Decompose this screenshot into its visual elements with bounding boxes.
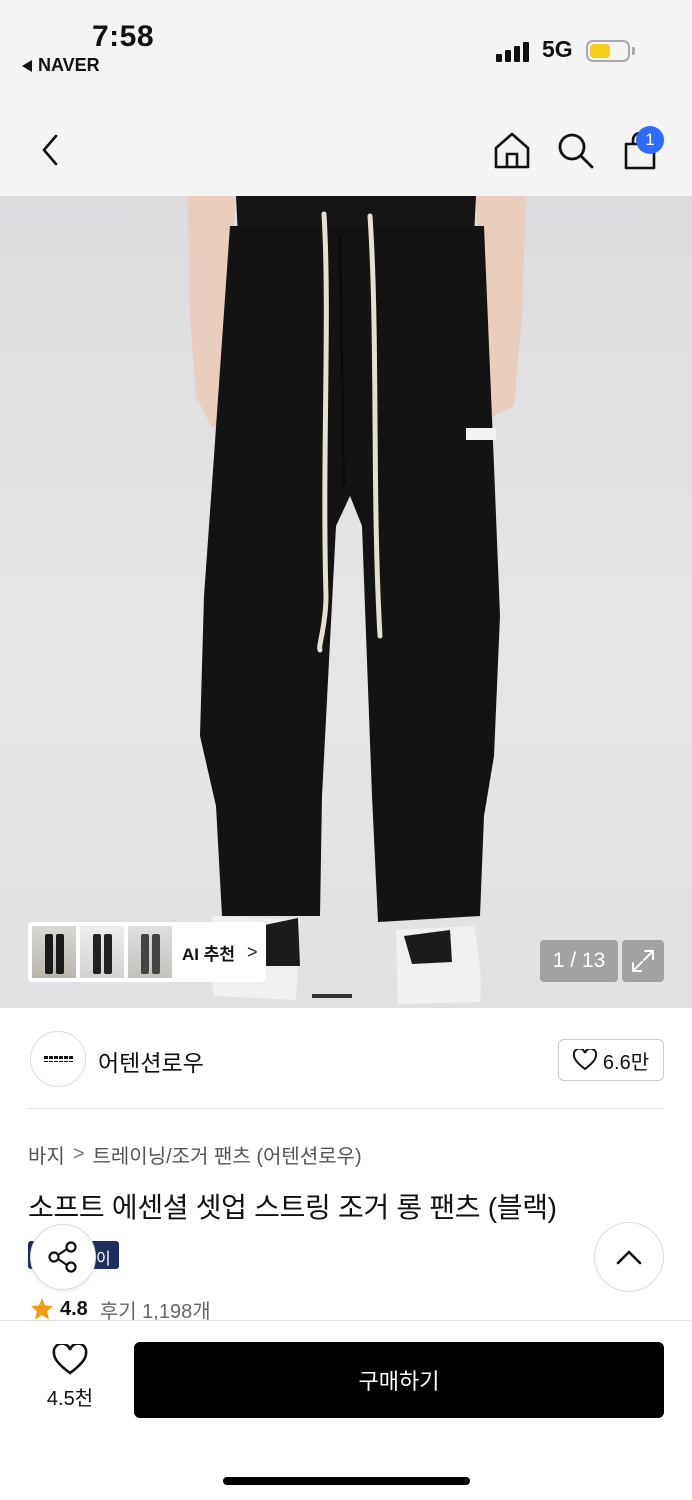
product-title: 소프트 에센셜 셋업 스트링 조거 롱 팬츠 (블랙) xyxy=(28,1192,557,1223)
brand-name[interactable]: 어텐션로우 xyxy=(98,1044,204,1078)
cart-count-badge: 1 xyxy=(636,126,664,154)
heart-icon xyxy=(572,1049,597,1071)
ai-recommend-bar[interactable]: AI 추천 > xyxy=(28,922,266,982)
chevron-up-icon xyxy=(616,1250,642,1265)
home-indicator[interactable] xyxy=(223,1477,470,1485)
share-icon xyxy=(48,1241,77,1273)
back-app-label: NAVER xyxy=(38,55,100,75)
buy-button[interactable]: 구매하기 xyxy=(134,1342,664,1418)
review-count: 후기 1,198개 xyxy=(99,1300,211,1321)
brand-logo[interactable] xyxy=(30,1031,86,1087)
recommend-thumb-2[interactable] xyxy=(80,926,124,978)
home-icon xyxy=(494,132,530,169)
expand-button[interactable] xyxy=(622,940,664,982)
brand-favorite-button[interactable]: 6.6만 xyxy=(558,1039,664,1081)
back-to-app-link[interactable]: NAVER xyxy=(22,55,100,76)
ai-recommend-label: AI 추천 xyxy=(182,944,236,964)
recommend-thumb-3[interactable] xyxy=(128,926,172,978)
rating-value: 4.8 xyxy=(60,1298,88,1320)
expand-icon xyxy=(632,950,654,972)
product-photo-pants xyxy=(188,196,526,1004)
heart-icon xyxy=(52,1344,88,1375)
brand-logo-mark xyxy=(43,1056,73,1059)
scroll-top-button[interactable] xyxy=(594,1222,664,1292)
share-button[interactable] xyxy=(30,1224,96,1290)
brand-favorite-count: 6.6만 xyxy=(602,1051,650,1074)
search-icon xyxy=(558,133,594,169)
breadcrumb-category[interactable]: 바지 xyxy=(28,1140,65,1169)
image-counter: 1 / 13 xyxy=(540,940,618,982)
top-header: 7:58 NAVER 5G 1 xyxy=(0,0,692,196)
brand-logo-mark-lower xyxy=(43,1061,73,1062)
home-button[interactable] xyxy=(490,128,534,172)
back-icon xyxy=(42,134,58,166)
breadcrumb-subcategory[interactable]: 트레이닝/조거 팬츠 (어텐션로우) xyxy=(93,1140,362,1169)
battery-tip xyxy=(632,47,635,55)
product-image[interactable] xyxy=(0,196,692,1008)
like-count: 4.5천 xyxy=(46,1388,94,1410)
chevron-right-icon: > xyxy=(247,941,258,962)
like-button[interactable]: 4.5천 xyxy=(30,1344,110,1414)
network-label: 5G xyxy=(542,36,573,62)
back-triangle-icon xyxy=(22,59,32,72)
breadcrumb: 바지 > 트레이닝/조거 팬츠 (어텐션로우) xyxy=(28,1140,362,1169)
back-button[interactable] xyxy=(30,128,70,172)
signal-icon xyxy=(496,40,529,62)
star-icon xyxy=(31,1298,53,1320)
search-button[interactable] xyxy=(553,128,597,172)
recommend-thumb-1[interactable] xyxy=(32,926,76,978)
breadcrumb-separator: > xyxy=(72,1143,85,1165)
divider xyxy=(28,1108,664,1109)
battery-icon xyxy=(586,40,630,62)
status-time: 7:58 xyxy=(92,20,155,53)
rating-row[interactable]: 4.8 후기 1,198개 xyxy=(30,1298,211,1320)
